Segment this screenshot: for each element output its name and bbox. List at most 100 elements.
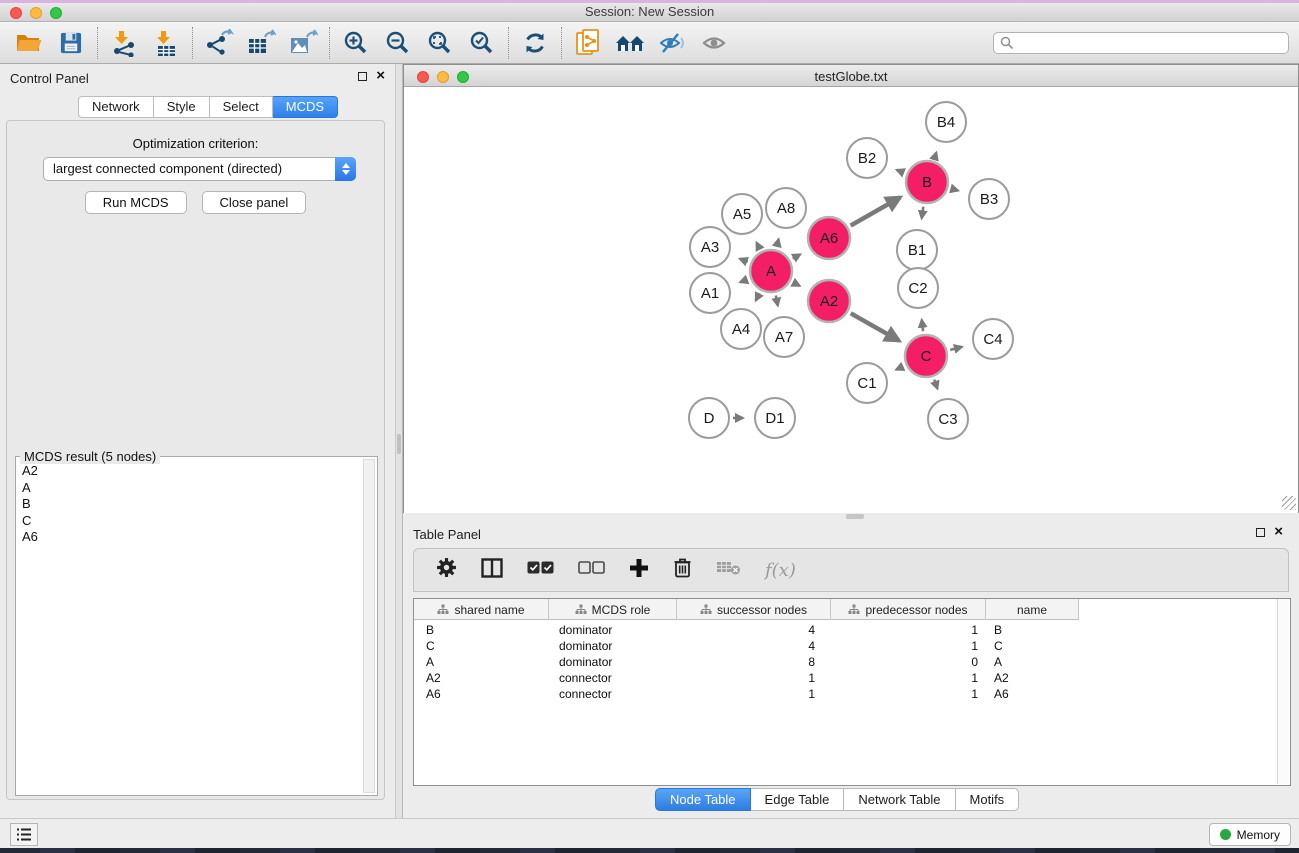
tab-style[interactable]: Style <box>154 96 210 118</box>
cell-predecessor-nodes[interactable]: 1 <box>831 686 986 702</box>
edge-A-A3[interactable] <box>740 259 748 262</box>
cell-mcds-role[interactable]: connector <box>549 670 677 686</box>
cell-name[interactable]: B <box>986 622 1079 638</box>
result-item[interactable]: B <box>18 496 361 513</box>
cell-predecessor-nodes[interactable]: 0 <box>831 654 986 670</box>
column-header-predecessor-nodes[interactable]: predecessor nodes <box>831 599 986 620</box>
cell-name[interactable]: A6 <box>986 686 1079 702</box>
memory-button[interactable]: Memory <box>1209 823 1291 846</box>
edge-A-A7[interactable] <box>776 296 778 306</box>
show-all-eye-icon[interactable] <box>693 25 735 61</box>
resize-grip-icon[interactable] <box>1282 496 1296 510</box>
close-panel-button[interactable]: Close panel <box>202 191 307 214</box>
first-neighbors-icon[interactable] <box>609 25 651 61</box>
table-row[interactable]: B dominator 4 1 B <box>414 622 1079 638</box>
column-header-shared-name[interactable]: shared name <box>414 599 549 620</box>
cell-name[interactable]: A <box>986 654 1079 670</box>
export-image-icon[interactable] <box>282 25 324 61</box>
zoom-fit-icon[interactable] <box>419 25 461 61</box>
cell-name[interactable]: C <box>986 638 1079 654</box>
column-header-successor-nodes[interactable]: successor nodes <box>677 599 831 620</box>
float-panel-icon[interactable] <box>358 72 367 81</box>
table-row[interactable]: A6 connector 1 1 A6 <box>414 686 1079 702</box>
edge-C-C1[interactable] <box>896 366 903 369</box>
hide-selected-eye-icon[interactable] <box>651 25 693 61</box>
edge-A-A1[interactable] <box>740 279 747 282</box>
open-folder-icon[interactable] <box>8 25 50 61</box>
export-table-icon[interactable] <box>240 25 282 61</box>
result-item[interactable]: A6 <box>18 529 361 546</box>
result-item[interactable]: C <box>18 513 361 530</box>
zoom-in-icon[interactable] <box>335 25 377 61</box>
tab-edge-table[interactable]: Edge Table <box>751 788 845 811</box>
cell-shared-name[interactable]: A2 <box>414 670 549 686</box>
edge-C-C3[interactable] <box>934 380 937 389</box>
tab-mcds[interactable]: MCDS <box>273 96 338 118</box>
cell-mcds-role[interactable]: dominator <box>549 654 677 670</box>
select-all-checkboxes-icon[interactable] <box>527 561 554 579</box>
show-columns-icon[interactable] <box>481 558 503 583</box>
column-header-name[interactable]: name <box>986 599 1079 620</box>
result-item[interactable]: A2 <box>18 463 361 480</box>
tab-motifs[interactable]: Motifs <box>956 788 1020 811</box>
edge-A-A6[interactable] <box>793 254 801 258</box>
column-header-mcds-role[interactable]: MCDS role <box>549 599 677 620</box>
cell-name[interactable]: A2 <box>986 670 1079 686</box>
panel-splitter-vertical[interactable] <box>395 64 403 818</box>
refresh-layout-icon[interactable] <box>514 25 556 61</box>
cell-shared-name[interactable]: A <box>414 654 549 670</box>
table-row[interactable]: C dominator 4 1 C <box>414 638 1079 654</box>
table-row[interactable]: A dominator 8 0 A <box>414 654 1079 670</box>
edge-A2-C[interactable] <box>851 313 899 340</box>
close-table-panel-icon[interactable]: × <box>1274 526 1283 538</box>
close-panel-icon[interactable]: × <box>376 70 385 82</box>
deselect-all-checkboxes-icon[interactable] <box>578 561 605 579</box>
edge-A-A8[interactable] <box>777 239 779 247</box>
edge-A-A5[interactable] <box>757 243 760 249</box>
result-scrollbar[interactable] <box>363 459 375 793</box>
edge-B-B2[interactable] <box>897 170 904 173</box>
import-table-icon[interactable] <box>145 25 187 61</box>
edge-C-C4[interactable] <box>950 347 962 350</box>
create-column-plus-icon[interactable] <box>629 558 649 583</box>
cell-mcds-role[interactable]: dominator <box>549 638 677 654</box>
import-network-icon[interactable] <box>103 25 145 61</box>
run-mcds-button[interactable]: Run MCDS <box>85 191 187 214</box>
edge-B-B4[interactable] <box>935 153 937 159</box>
delete-column-trash-icon[interactable] <box>673 557 692 583</box>
criterion-select[interactable]: largest connected component (directed) <box>43 157 356 181</box>
task-history-button[interactable] <box>10 823 38 846</box>
cell-mcds-role[interactable]: connector <box>549 686 677 702</box>
tab-network-table[interactable]: Network Table <box>844 788 955 811</box>
tab-network[interactable]: Network <box>78 96 154 118</box>
edge-C-C2[interactable] <box>922 320 923 331</box>
cell-predecessor-nodes[interactable]: 1 <box>831 670 986 686</box>
cell-shared-name[interactable]: A6 <box>414 686 549 702</box>
cell-successor-nodes[interactable]: 4 <box>677 622 831 638</box>
float-table-panel-icon[interactable] <box>1256 528 1265 537</box>
search-field[interactable] <box>993 32 1289 54</box>
panel-splitter-horizontal[interactable] <box>403 513 1299 520</box>
network-window-titlebar[interactable]: testGlobe.txt <box>404 65 1298 87</box>
new-network-icon[interactable] <box>567 25 609 61</box>
cell-successor-nodes[interactable]: 1 <box>677 670 831 686</box>
edge-B-B3[interactable] <box>951 189 958 191</box>
search-input[interactable] <box>1018 34 1288 52</box>
cell-successor-nodes[interactable]: 4 <box>677 638 831 654</box>
edge-A6-B[interactable] <box>851 197 900 225</box>
cell-successor-nodes[interactable]: 8 <box>677 654 831 670</box>
edge-B-B1[interactable] <box>922 207 924 219</box>
result-item[interactable]: A <box>18 480 361 497</box>
cell-shared-name[interactable]: B <box>414 622 549 638</box>
edge-A-A2[interactable] <box>793 282 799 285</box>
zoom-out-icon[interactable] <box>377 25 419 61</box>
network-canvas[interactable]: B4B2BB3A5A8A6A3B1AC2A1A2A4A7C4CC1C3DD1 <box>404 88 1298 513</box>
cell-mcds-role[interactable]: dominator <box>549 622 677 638</box>
save-icon[interactable] <box>50 25 92 61</box>
tab-select[interactable]: Select <box>210 96 273 118</box>
table-settings-gear-icon[interactable] <box>436 557 457 583</box>
table-scrollbar[interactable] <box>1277 599 1289 784</box>
zoom-selected-icon[interactable] <box>461 25 503 61</box>
table-row[interactable]: A2 connector 1 1 A2 <box>414 670 1079 686</box>
edge-A-A4[interactable] <box>756 293 760 300</box>
